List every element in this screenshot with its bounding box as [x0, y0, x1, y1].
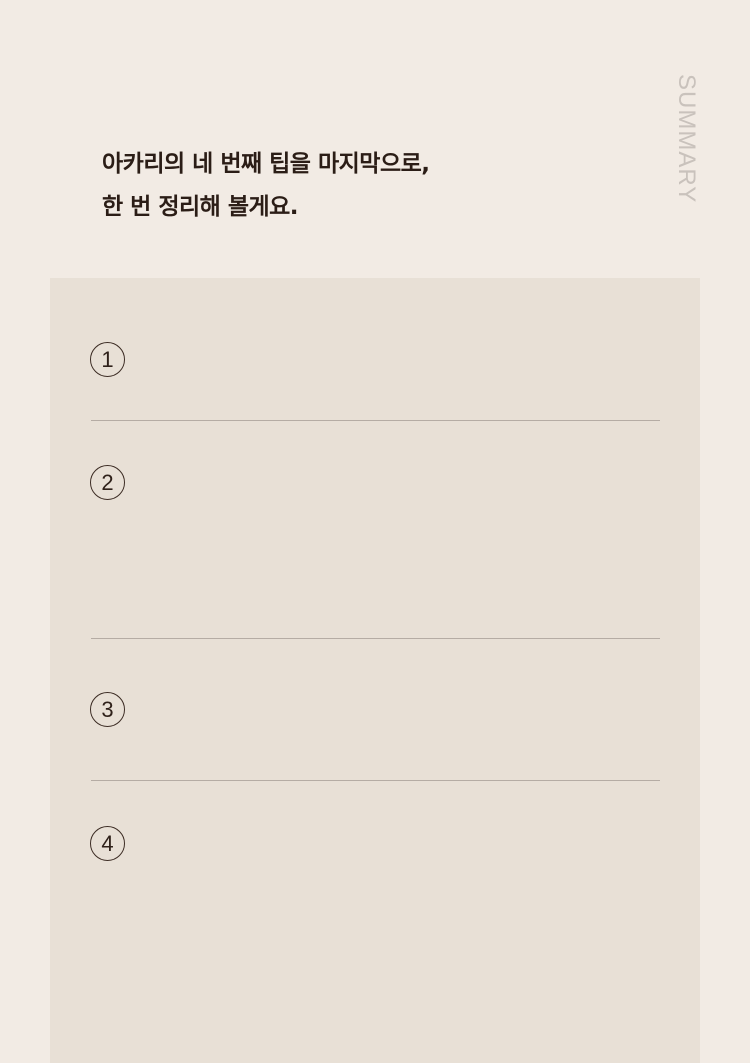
item-number-4: 4 — [90, 826, 125, 861]
item-number-2: 2 — [90, 465, 125, 500]
summary-panel: 1 2 3 4 — [50, 278, 700, 1063]
intro-line-2: 한 번 정리해 볼게요. — [102, 194, 299, 220]
section-label: SUMMARY — [673, 74, 700, 204]
item-number-3: 3 — [90, 692, 125, 727]
intro-text: 아카리의 네 번째 팁을 마지막으로, 한 번 정리해 볼게요. — [102, 143, 430, 229]
intro-line-1: 아카리의 네 번째 팁을 마지막으로, — [102, 151, 430, 177]
divider — [91, 780, 660, 781]
divider — [91, 638, 660, 639]
divider — [91, 420, 660, 421]
item-number-1: 1 — [90, 342, 125, 377]
